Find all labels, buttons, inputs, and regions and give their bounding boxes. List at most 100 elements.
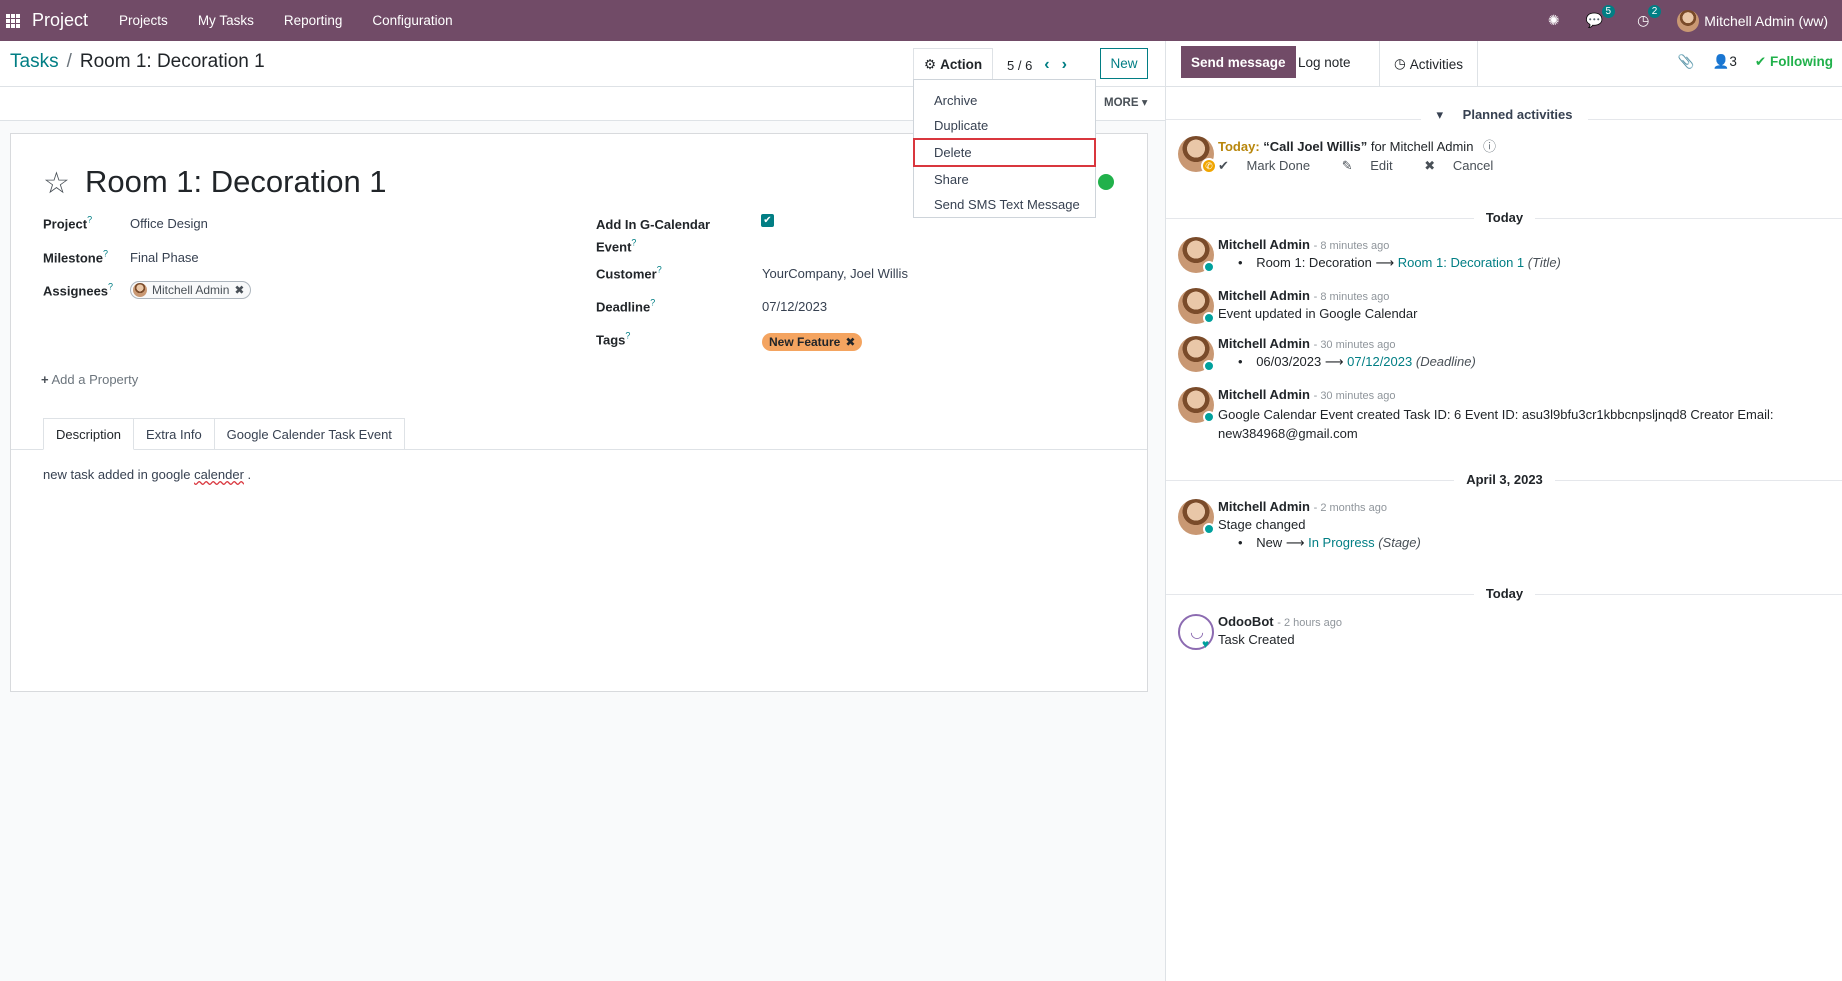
breadcrumb-current: Room 1: Decoration 1 bbox=[79, 51, 265, 72]
menu-configuration[interactable]: Configuration bbox=[372, 13, 452, 28]
chevron-right-icon[interactable]: › bbox=[1062, 56, 1067, 74]
planned-activity: ✆ Today: “Call Joel Willis” for Mitchell… bbox=[1178, 136, 1828, 176]
message-body: Google Calendar Event created Task ID: 6… bbox=[1218, 405, 1818, 443]
day-label: Today bbox=[1473, 586, 1536, 601]
customer-label-field: Customer? bbox=[596, 265, 662, 281]
description-text-end: . bbox=[243, 467, 252, 482]
tracking-field: (Title) bbox=[1527, 255, 1561, 270]
log-note-button[interactable]: Log note bbox=[1286, 46, 1363, 78]
check-icon: ✔ bbox=[1218, 158, 1229, 173]
project-label-field: Project? bbox=[43, 215, 92, 231]
online-status-icon bbox=[1203, 261, 1215, 273]
action-label: Action bbox=[940, 57, 983, 72]
menu-reporting[interactable]: Reporting bbox=[284, 13, 343, 28]
assignee-tag[interactable]: Mitchell Admin ✖ bbox=[130, 281, 252, 299]
message-time: - 8 minutes ago bbox=[1313, 291, 1390, 303]
message-author[interactable]: Mitchell Admin bbox=[1218, 336, 1310, 351]
app-brand[interactable]: Project bbox=[32, 10, 88, 31]
breadcrumb-tasks-link[interactable]: Tasks bbox=[10, 51, 59, 73]
menu-item-duplicate[interactable]: Duplicate bbox=[914, 113, 1095, 138]
message-time: - 30 minutes ago bbox=[1313, 339, 1396, 351]
message-item: Mitchell Admin - 30 minutes ago Google C… bbox=[1178, 387, 1828, 447]
message-author[interactable]: Mitchell Admin bbox=[1218, 387, 1310, 402]
send-message-button[interactable]: Send message bbox=[1181, 46, 1296, 78]
menu-item-delete[interactable]: Delete bbox=[913, 138, 1096, 167]
deadline-value[interactable]: 07/12/2023 bbox=[762, 299, 827, 314]
message-time: - 2 months ago bbox=[1313, 502, 1387, 514]
plus-icon: + bbox=[41, 372, 49, 387]
kanban-status-dot[interactable] bbox=[1098, 174, 1114, 190]
task-title[interactable]: Room 1: Decoration 1 bbox=[85, 164, 387, 200]
new-button[interactable]: New bbox=[1100, 48, 1148, 79]
assignee-name: Mitchell Admin bbox=[152, 283, 230, 297]
action-button[interactable]: ⚙ Action bbox=[913, 48, 994, 80]
user-icon: 👤 bbox=[1712, 54, 1730, 69]
chat-icon[interactable]: 💬 5 bbox=[1586, 5, 1616, 29]
more-button[interactable]: MORE ▾ bbox=[1104, 95, 1147, 109]
menu-item-send-sms[interactable]: Send SMS Text Message bbox=[914, 192, 1095, 217]
tracking-old: 06/03/2023 bbox=[1256, 354, 1322, 369]
milestone-value[interactable]: Final Phase bbox=[130, 250, 199, 265]
clock-icon[interactable]: ◷ 2 bbox=[1637, 5, 1662, 29]
menu-item-share[interactable]: Share bbox=[914, 167, 1095, 192]
message-author[interactable]: Mitchell Admin bbox=[1218, 499, 1310, 514]
tracking-new: Room 1: Decoration 1 bbox=[1397, 255, 1525, 270]
menu-projects[interactable]: Projects bbox=[119, 13, 168, 28]
tag-new-feature[interactable]: New Feature ✖ bbox=[762, 333, 863, 351]
message-author[interactable]: OdooBot bbox=[1218, 614, 1274, 629]
info-icon[interactable]: ⓘ bbox=[1483, 139, 1496, 154]
mark-done-button[interactable]: ✔ Mark Done bbox=[1218, 158, 1324, 173]
activity-today-label: Today: bbox=[1218, 139, 1260, 154]
heart-icon: ♥ bbox=[1202, 637, 1210, 651]
milestone-label: Milestone bbox=[43, 250, 103, 266]
description-editor[interactable]: new task added in google calender . bbox=[43, 467, 251, 482]
message-author[interactable]: Mitchell Admin bbox=[1218, 237, 1310, 252]
edit-button[interactable]: ✎ Edit bbox=[1342, 158, 1407, 173]
message-item: Mitchell Admin - 8 minutes ago Room 1: D… bbox=[1178, 237, 1828, 277]
help-icon[interactable]: ? bbox=[103, 249, 108, 259]
tab-divider bbox=[11, 449, 1147, 450]
customer-value[interactable]: YourCompany, Joel Willis bbox=[762, 266, 908, 281]
message-body-line2: new384968@gmail.com bbox=[1218, 426, 1358, 441]
help-icon[interactable]: ? bbox=[87, 215, 92, 225]
assignees-label: Assignees bbox=[43, 283, 109, 299]
menu-my-tasks[interactable]: My Tasks bbox=[198, 13, 254, 28]
chevron-left-icon[interactable]: ‹ bbox=[1044, 56, 1049, 74]
add-property-label: Add a Property bbox=[51, 372, 139, 387]
following-button[interactable]: ✔ Following bbox=[1755, 54, 1833, 70]
cancel-button[interactable]: ✖ Cancel bbox=[1424, 158, 1507, 173]
remove-icon[interactable]: ✖ bbox=[234, 283, 244, 297]
following-label: Following bbox=[1770, 54, 1833, 69]
message-author[interactable]: Mitchell Admin bbox=[1218, 288, 1310, 303]
tab-extra-info[interactable]: Extra Info bbox=[133, 418, 215, 450]
help-icon[interactable]: ? bbox=[625, 331, 630, 341]
close-icon: ✖ bbox=[1424, 158, 1436, 173]
menu-item-archive[interactable]: Archive bbox=[914, 88, 1095, 113]
followers-button[interactable]: 👤3 bbox=[1713, 54, 1737, 70]
pager-value[interactable]: 5 / 6 bbox=[1007, 58, 1032, 73]
remove-icon[interactable]: ✖ bbox=[845, 335, 855, 349]
activities-button[interactable]: ◷ Activities bbox=[1379, 41, 1479, 87]
gcal-checkbox[interactable]: ✔ bbox=[761, 214, 774, 227]
help-icon[interactable]: ? bbox=[631, 238, 636, 248]
message-time: - 30 minutes ago bbox=[1313, 390, 1396, 402]
gear-icon: ⚙ bbox=[924, 56, 937, 72]
help-icon[interactable]: ? bbox=[657, 265, 662, 275]
tab-description[interactable]: Description bbox=[43, 418, 135, 450]
planned-activities-toggle[interactable]: ▾ Planned activities bbox=[1166, 107, 1842, 123]
phone-icon: ✆ bbox=[1201, 158, 1217, 174]
apps-grid-icon[interactable] bbox=[6, 13, 20, 28]
assignees-label-field: Assignees? bbox=[43, 282, 113, 298]
help-icon[interactable]: ? bbox=[108, 282, 113, 292]
help-icon[interactable]: ? bbox=[650, 298, 655, 308]
tracking-field: (Deadline) bbox=[1415, 354, 1476, 369]
star-icon[interactable]: ☆ bbox=[43, 166, 70, 201]
user-menu[interactable]: Mitchell Admin (ww) bbox=[1677, 9, 1828, 32]
bug-icon[interactable]: ✺ bbox=[1548, 12, 1560, 29]
add-property-button[interactable]: + Add a Property bbox=[41, 372, 138, 387]
tab-google-calender-task-event[interactable]: Google Calender Task Event bbox=[213, 418, 405, 450]
project-value[interactable]: Office Design bbox=[130, 216, 208, 231]
tags-label-field: Tags? bbox=[596, 331, 630, 347]
paperclip-icon[interactable]: 📎 bbox=[1678, 54, 1695, 70]
message-body: Event updated in Google Calendar bbox=[1218, 306, 1418, 321]
